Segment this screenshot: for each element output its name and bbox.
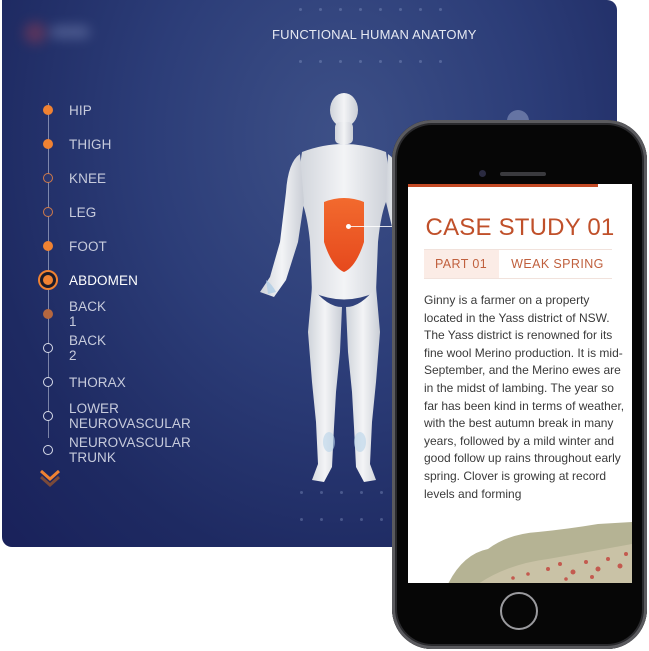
decorative-dots xyxy=(300,491,400,545)
nav-item-neurovascular-trunk[interactable]: NEUROVASCULAR TRUNK xyxy=(38,433,191,467)
nav-item-label: ABDOMEN xyxy=(69,272,138,288)
nav-marker-icon xyxy=(43,309,53,319)
nav-item-label: THIGH xyxy=(69,136,112,152)
nav-marker-icon xyxy=(43,445,53,455)
case-study-body: Ginny is a farmer on a property located … xyxy=(424,293,625,501)
nav-item-label: LOWER NEUROVASCULAR xyxy=(69,401,191,431)
nav-item-thorax[interactable]: THORAX xyxy=(38,365,126,399)
nav-marker-icon xyxy=(43,411,53,421)
progress-bar xyxy=(408,184,598,187)
nav-item-label: BACK 1 xyxy=(69,299,107,329)
home-button[interactable] xyxy=(500,592,538,630)
nav-marker-icon xyxy=(43,105,53,115)
nav-marker-icon xyxy=(38,270,58,290)
nav-item-hip[interactable]: HIP xyxy=(38,93,92,127)
nav-item-thigh[interactable]: THIGH xyxy=(38,127,111,161)
decorative-dots xyxy=(299,8,459,25)
nav-item-lower-neurovascular[interactable]: LOWER NEUROVASCULAR xyxy=(38,399,191,433)
decorative-dots xyxy=(299,60,459,77)
nav-marker-icon xyxy=(43,207,53,217)
nav-item-abdomen[interactable]: ABDOMEN xyxy=(38,263,138,297)
tab-part[interactable]: PART 01 xyxy=(424,250,500,278)
phone-screen: CASE STUDY 01 PART 01 WEAK SPRING Ginny … xyxy=(408,184,632,583)
tab-chapter[interactable]: WEAK SPRING xyxy=(499,250,604,278)
nav-item-label: FOOT xyxy=(69,238,107,254)
nav-item-label: THORAX xyxy=(69,374,126,390)
bone-illustration xyxy=(448,522,632,583)
nav-item-knee[interactable]: KNEE xyxy=(38,161,106,195)
smartphone-mockup: CASE STUDY 01 PART 01 WEAK SPRING Ginny … xyxy=(392,120,647,649)
nav-item-foot[interactable]: FOOT xyxy=(38,229,107,263)
double-chevron-down-icon[interactable] xyxy=(38,468,62,490)
nav-item-label: HIP xyxy=(69,102,92,118)
nav-marker-icon xyxy=(43,241,53,251)
case-tabs: PART 01 WEAK SPRING xyxy=(424,249,612,279)
nav-marker-icon xyxy=(43,377,53,387)
nav-item-label: BACK 2 xyxy=(69,333,107,363)
nav-marker-icon xyxy=(43,343,53,353)
case-study-title: CASE STUDY 01 xyxy=(425,214,615,241)
nav-item-back-2[interactable]: BACK 2 xyxy=(38,331,106,365)
nav-item-leg[interactable]: LEG xyxy=(38,195,96,229)
nav-item-back-1[interactable]: BACK 1 xyxy=(38,297,106,331)
region-nav: HIP THIGH KNEE LEG FOOT ABDOMEN BACK 1 BACK 2 TH… xyxy=(38,93,191,467)
nav-item-label: NEUROVASCULAR TRUNK xyxy=(69,435,191,465)
nav-marker-icon xyxy=(43,139,53,149)
camera-icon xyxy=(479,170,486,177)
phone-speaker xyxy=(500,172,546,176)
app-logo xyxy=(20,20,90,46)
nav-marker-icon xyxy=(43,173,53,183)
nav-item-label: LEG xyxy=(69,204,97,220)
nav-item-label: KNEE xyxy=(69,170,107,186)
panel-title: FUNCTIONAL HUMAN ANATOMY xyxy=(272,27,477,42)
